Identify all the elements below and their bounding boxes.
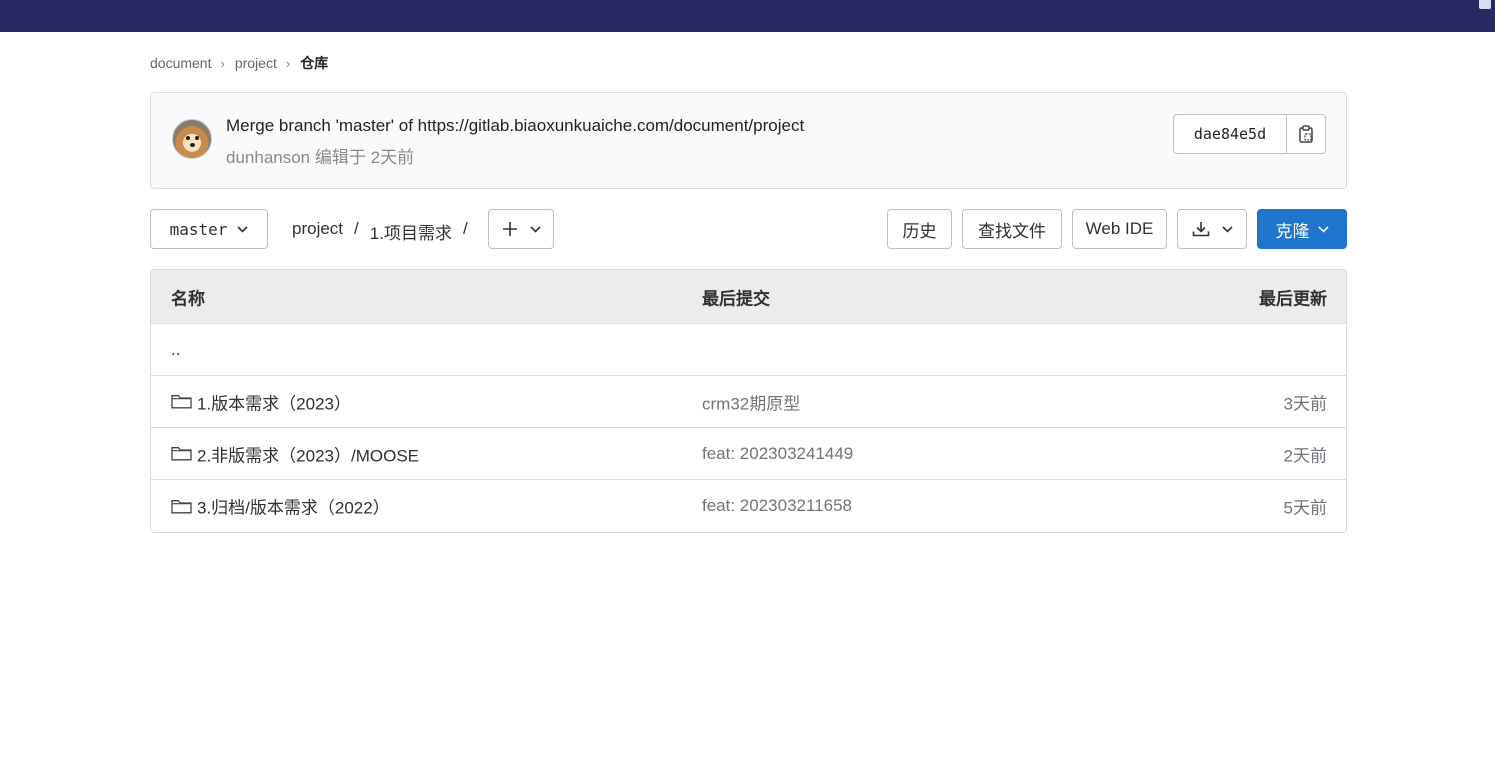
chevron-right-icon: ›: [220, 55, 225, 71]
folder-link[interactable]: 1.版本需求（2023）: [171, 389, 351, 414]
branch-name: master: [169, 219, 228, 239]
updated-time: 2天前: [1283, 446, 1327, 465]
chevron-down-icon: [1221, 225, 1233, 233]
folder-icon: [171, 395, 192, 409]
commit-time: 2天前: [370, 148, 415, 167]
folder-icon: [171, 499, 192, 513]
commit-message-link[interactable]: feat: 202303241449: [702, 444, 853, 464]
folder-name: 2.非版需求（2023）/MOOSE: [197, 446, 420, 465]
header-last-update: 最后更新: [1259, 289, 1327, 308]
commit-meta: dunhanson 编辑于 2天前: [226, 143, 414, 168]
table-row: 2.非版需求（2023）/MOOSE feat: 202303241449 2天…: [151, 428, 1346, 480]
download-dropdown[interactable]: [1177, 209, 1247, 249]
download-icon: [1192, 222, 1209, 237]
folder-icon: [171, 447, 192, 461]
avatar-eye: [186, 136, 190, 140]
folder-link[interactable]: 2.非版需求（2023）/MOOSE: [171, 441, 419, 466]
copy-sha-button[interactable]: [1287, 115, 1325, 153]
folder-name: 3.归档/版本需求（2022）: [197, 498, 390, 518]
table-header: 名称 最后提交 最后更新: [151, 270, 1346, 324]
breadcrumb-current[interactable]: 仓库: [300, 53, 328, 73]
avatar-nose: [190, 143, 195, 147]
branch-selector[interactable]: master: [150, 209, 268, 249]
path-separator: /: [462, 219, 468, 238]
commit-author[interactable]: dunhanson: [226, 148, 310, 167]
commit-message-link[interactable]: crm32期原型: [702, 389, 800, 414]
navbar-corner-icon[interactable]: [1479, 0, 1491, 9]
clone-button[interactable]: 克隆: [1257, 209, 1347, 249]
commit-edited-label: 编辑于: [314, 148, 366, 167]
commit-sha[interactable]: dae84e5d: [1174, 115, 1287, 153]
folder-name: 1.版本需求（2023）: [197, 394, 351, 413]
repo-path: project / 1.项目需求 /: [292, 219, 479, 244]
last-commit-panel: Merge branch 'master' of https://gitlab.…: [150, 92, 1347, 189]
commit-sha-group: dae84e5d: [1173, 114, 1326, 154]
history-button[interactable]: 历史: [887, 209, 952, 249]
avatar-eye: [195, 136, 199, 140]
chevron-down-icon: [1317, 225, 1329, 233]
table-row: 3.归档/版本需求（2022） feat: 202303211658 5天前: [151, 480, 1346, 532]
top-navbar: [0, 0, 1495, 32]
chevron-down-icon: [237, 225, 248, 233]
parent-dir-link[interactable]: ..: [171, 340, 180, 360]
breadcrumb-item-document[interactable]: document: [150, 55, 211, 71]
chevron-down-icon: [529, 225, 541, 233]
header-last-commit: 最后提交: [702, 289, 770, 308]
avatar[interactable]: [172, 119, 212, 159]
header-name: 名称: [171, 289, 205, 308]
updated-time: 3天前: [1283, 394, 1327, 413]
commit-message-link[interactable]: feat: 202303211658: [702, 496, 852, 516]
breadcrumb-item-project[interactable]: project: [235, 55, 277, 71]
breadcrumb: document › project › 仓库: [150, 53, 328, 73]
find-file-button[interactable]: 查找文件: [962, 209, 1062, 249]
path-segment-project[interactable]: project: [292, 219, 343, 244]
path-segment-requirements[interactable]: 1.项目需求: [370, 219, 452, 244]
file-tree-table: 名称 最后提交 最后更新 .. 1.版本需求（2023） crm32期原型 3天…: [150, 269, 1347, 533]
web-ide-button[interactable]: Web IDE: [1072, 209, 1167, 249]
chevron-right-icon: ›: [285, 55, 291, 71]
folder-link[interactable]: 3.归档/版本需求（2022）: [171, 494, 390, 519]
updated-time: 5天前: [1283, 498, 1327, 518]
parent-dir-row[interactable]: ..: [151, 324, 1346, 376]
add-file-dropdown[interactable]: [488, 209, 554, 249]
plus-icon: [502, 222, 517, 236]
clipboard-icon: [1299, 125, 1313, 143]
clone-label: 克隆: [1275, 221, 1310, 241]
commit-title[interactable]: Merge branch 'master' of https://gitlab.…: [226, 116, 804, 136]
table-row: 1.版本需求（2023） crm32期原型 3天前: [151, 376, 1346, 428]
path-separator: /: [354, 219, 359, 238]
